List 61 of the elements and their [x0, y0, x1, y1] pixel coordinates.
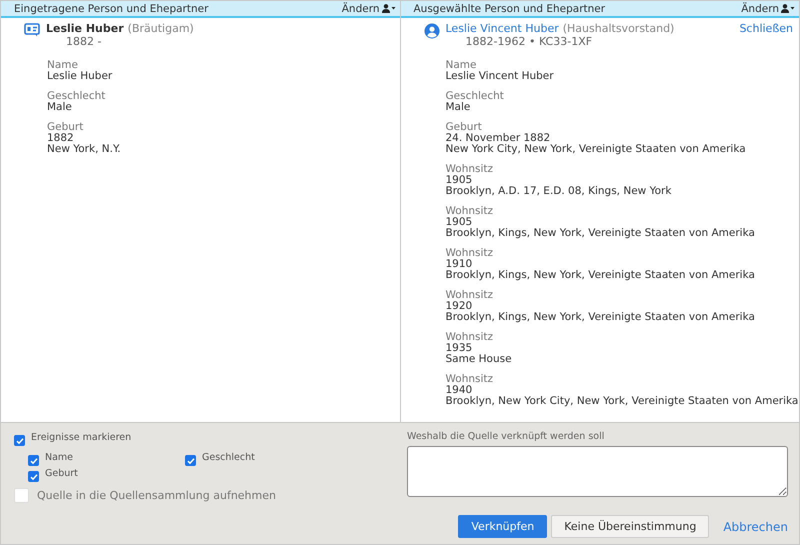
fact-label: Geschlecht [446, 91, 504, 102]
fact-label: Wohnsitz [446, 248, 494, 259]
panel-title: Ausgewählte Person und Ehepartner [414, 2, 606, 14]
cancel-link[interactable]: Abbrechen [713, 515, 788, 538]
fact-value: Brooklyn, Kings, New York, Vereinigte Staaten von Amerika [446, 270, 755, 281]
checkbox-label: Geschlecht [202, 452, 255, 463]
fact-value: 1905 [446, 175, 472, 186]
fact-label: Geschlecht [47, 91, 106, 102]
action-button[interactable]: Keine Übereinstimmung [551, 515, 710, 538]
person-dates: 1882-1962 • KC33-1XF [464, 35, 594, 48]
panel-title: Eingetragene Person und Ehepartner [14, 2, 208, 14]
fact-value: 1940 [446, 385, 472, 396]
person-role: (Bräutigam) [128, 22, 194, 35]
checkbox[interactable] [28, 455, 39, 466]
person-caret-icon [382, 4, 396, 13]
fact-label: Geburt [47, 122, 84, 133]
fact-value: New York, N.Y. [47, 144, 121, 155]
action-button[interactable]: Verknüpfen [458, 515, 548, 538]
person-role: (Haushaltsvorstand) [562, 22, 674, 35]
fact-label: Name [47, 60, 78, 71]
fact-label: Wohnsitz [446, 332, 494, 343]
fact-label: Geburt [446, 122, 482, 133]
fact-value: Brooklyn, Kings, New York, Vereinigte Staaten von Amerika [446, 312, 755, 323]
fact-label: Wohnsitz [446, 206, 494, 217]
change-button[interactable]: Ändern [741, 2, 795, 14]
fact-value: 1910 [446, 259, 472, 270]
fact-value: 1920 [446, 301, 472, 312]
checkbox[interactable] [14, 435, 25, 446]
fact-label: Wohnsitz [446, 290, 494, 301]
checkbox-label: Name [45, 452, 74, 463]
checkbox-label: Quelle in die Quellensammlung aufnehmen [37, 489, 276, 502]
field-label: Weshalb die Quelle verknüpft werden soll [407, 431, 606, 442]
person-icon [424, 23, 440, 39]
person-name: Leslie Huber [46, 22, 124, 35]
checkbox[interactable] [28, 471, 39, 482]
person-name[interactable]: Leslie Vincent Huber [446, 22, 559, 35]
fact-value: Brooklyn, A.D. 17, E.D. 08, Kings, New York [446, 186, 672, 197]
fact-value: New York City, New York, Vereinigte Staaten von Amerika [446, 144, 746, 155]
fact-value: 1935 [446, 343, 472, 354]
fact-value: Brooklyn, Kings, New York, Vereinigte Staaten von Amerika [446, 228, 755, 239]
checkbox[interactable] [185, 455, 196, 466]
fact-value: Same House [446, 354, 512, 365]
close-link[interactable]: Schließen [739, 22, 793, 35]
fact-label: Wohnsitz [446, 164, 494, 175]
checkbox-label: Geburt [45, 468, 78, 479]
change-button[interactable]: Ändern [342, 2, 396, 14]
fact-value: Leslie Huber [47, 71, 112, 82]
record-card-icon [24, 23, 40, 37]
fact-value: 1882 [47, 133, 74, 144]
person-caret-icon [781, 4, 795, 13]
fact-value: Leslie Vincent Huber [446, 71, 554, 82]
fact-value: 1905 [446, 217, 472, 228]
fact-value: Male [47, 102, 72, 113]
checkbox-label: Ereignisse markieren [31, 432, 132, 443]
fact-label: Name [446, 60, 476, 71]
fact-value: Brooklyn, New York City, New York, Vereinigte Staaten von Amerika [446, 396, 798, 407]
fact-label: Wohnsitz [446, 374, 494, 385]
reason-field[interactable] [407, 446, 788, 497]
fact-value: 24. November 1882 [446, 133, 550, 144]
person-dates: 1882 - [65, 35, 102, 48]
fact-value: Male [446, 102, 470, 113]
